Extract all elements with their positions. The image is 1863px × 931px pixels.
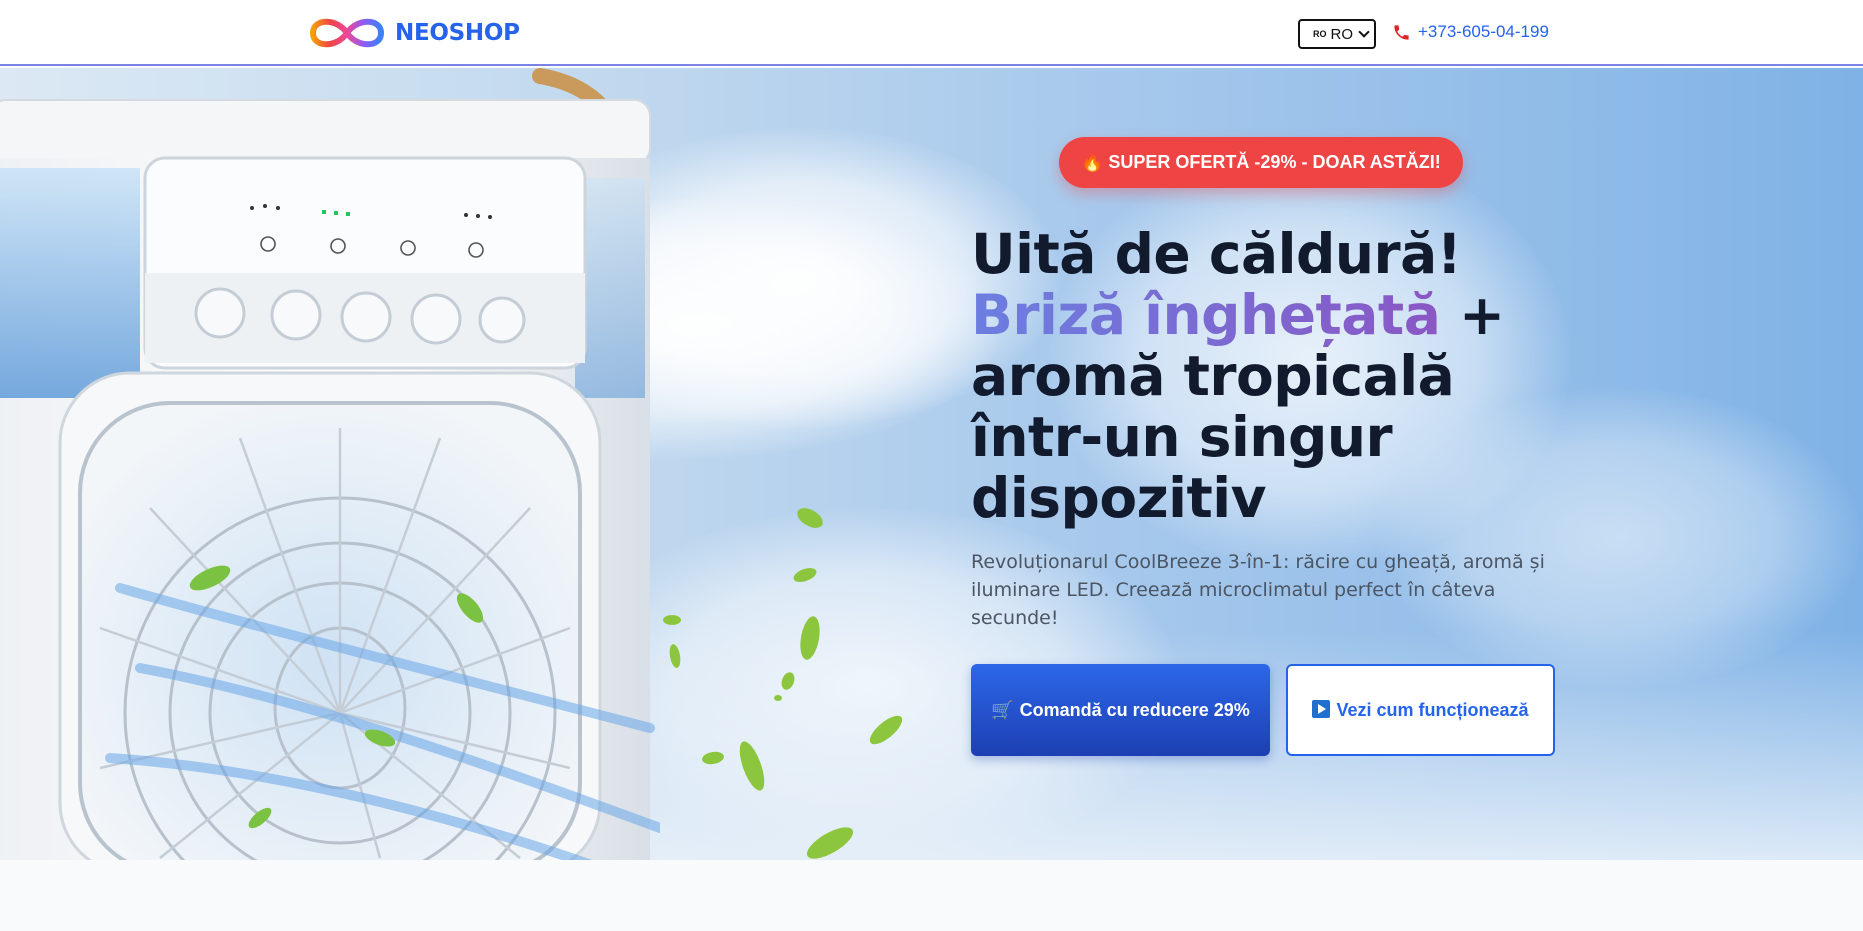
headline-highlight: Briză înghețată (971, 283, 1441, 347)
hero-section (0, 68, 1863, 860)
play-icon (1312, 700, 1331, 718)
hero-headline: Uită de căldură! Briză înghețată + aromă… (971, 224, 1531, 529)
language-select[interactable]: RO RO (1298, 19, 1376, 49)
leaves-decoration (663, 508, 903, 859)
cart-icon: 🛒 (991, 700, 1014, 720)
how-it-works-label: Vezi cum funcționează (1336, 700, 1529, 720)
next-section (0, 860, 1863, 931)
brand-name: NEOSHOP (395, 20, 520, 46)
air-cooler-product-image (0, 68, 660, 860)
language-flag: RO (1313, 29, 1327, 39)
site-header: NEOSHOP RO RO +373-605-04-199 (0, 0, 1863, 66)
headline-plus: + (1440, 283, 1505, 347)
how-it-works-button[interactable]: Vezi cum funcționează (1286, 664, 1555, 756)
brand-logo[interactable]: NEOSHOP (307, 14, 520, 52)
infinity-logo-icon (309, 18, 385, 48)
phone-icon (1394, 24, 1409, 40)
phone-link[interactable]: +373-605-04-199 (1392, 22, 1549, 42)
order-discount-button[interactable]: 🛒 Comandă cu reducere 29% (971, 664, 1270, 756)
order-button-label: Comandă cu reducere 29% (1019, 700, 1250, 720)
headline-line1: Uită de căldură! (971, 222, 1462, 286)
language-value: RO (1330, 25, 1354, 43)
chevron-down-icon (1358, 26, 1370, 38)
offer-badge: 🔥 SUPER OFERTĂ -29% - DOAR ASTĂZI! (1059, 137, 1463, 188)
phone-number: +373-605-04-199 (1418, 22, 1549, 41)
headline-rest: aromă tropicală într-un singur dispoziti… (971, 344, 1455, 530)
hero-description: Revoluționarul CoolBreeze 3-în-1: răcire… (971, 551, 1545, 629)
